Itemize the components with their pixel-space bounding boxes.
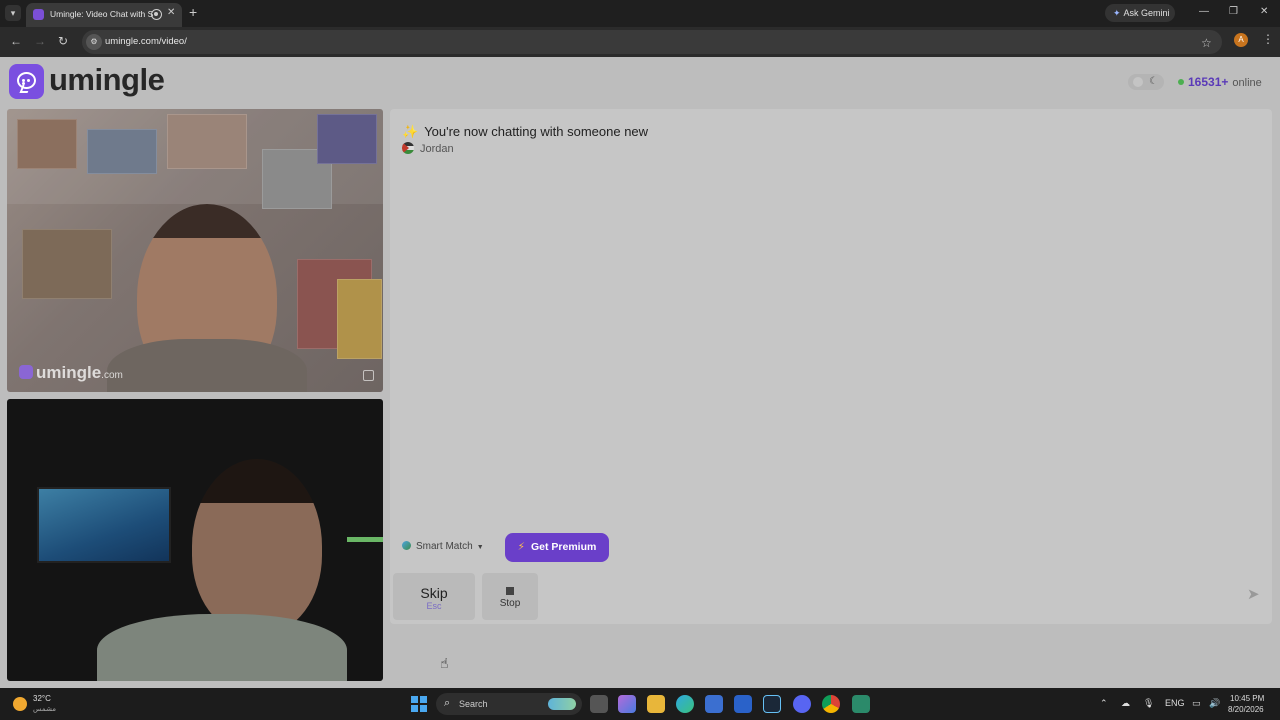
taskbar-search[interactable]: ⌕ Search bbox=[436, 693, 582, 715]
browser-tab[interactable]: Umingle: Video Chat with S ✕ bbox=[26, 3, 182, 27]
restore-icon[interactable]: ❐ bbox=[1229, 6, 1238, 17]
microphone-icon[interactable]: 🎙 bbox=[1143, 698, 1154, 709]
globe-icon bbox=[402, 541, 411, 550]
gemini-spark-icon: ✦ bbox=[1113, 8, 1121, 18]
stop-icon bbox=[506, 587, 514, 595]
site-info-icon[interactable]: ⚙ bbox=[86, 34, 102, 50]
smart-match-dropdown[interactable]: Smart Match ▼ bbox=[402, 541, 484, 552]
tab-search-icon[interactable]: ▾ bbox=[5, 5, 21, 21]
online-dot-icon bbox=[1178, 79, 1184, 85]
edge-icon[interactable] bbox=[676, 695, 694, 713]
weather-sun-icon[interactable] bbox=[13, 697, 27, 711]
new-tab-icon[interactable]: + bbox=[189, 5, 197, 19]
mail-icon[interactable] bbox=[734, 695, 752, 713]
weather-description: مشمس bbox=[33, 706, 56, 713]
reload-icon[interactable]: ↻ bbox=[58, 34, 68, 48]
tab-title: Umingle: Video Chat with S bbox=[50, 9, 154, 19]
ask-gemini-button[interactable]: ✦ Ask Gemini bbox=[1105, 4, 1175, 22]
online-count: 16531+ bbox=[1188, 75, 1229, 89]
display-icon[interactable]: ▭ bbox=[1192, 698, 1201, 709]
app-icon[interactable] bbox=[852, 695, 870, 713]
address-bar[interactable]: ⚙ umingle.com/video/ ☆ bbox=[82, 30, 1222, 54]
logo-text[interactable]: umingle bbox=[49, 62, 165, 98]
taskbar-search-label: Search bbox=[459, 699, 488, 709]
store-icon[interactable] bbox=[705, 695, 723, 713]
moon-icon: ☾ bbox=[1149, 76, 1158, 87]
online-label: online bbox=[1232, 77, 1262, 89]
star-icon[interactable]: ☆ bbox=[1201, 36, 1212, 50]
message-input[interactable] bbox=[546, 573, 1236, 620]
report-flag-icon[interactable] bbox=[363, 370, 374, 381]
umingle-watermark: umingle.com bbox=[19, 363, 123, 383]
network-icon[interactable]: ☁ bbox=[1121, 698, 1130, 709]
language-indicator[interactable]: ENG bbox=[1165, 698, 1185, 708]
task-view-icon[interactable] bbox=[590, 695, 608, 713]
stop-label: Stop bbox=[499, 598, 521, 609]
ask-gemini-label: Ask Gemini bbox=[1123, 8, 1170, 18]
tab-close-icon[interactable]: ✕ bbox=[167, 7, 175, 18]
profile-avatar[interactable]: A bbox=[1234, 33, 1248, 47]
windows-taskbar: 32°C مشمس ⌕ Search ⌃ ☁ 🎙 ENG ▭ 🔊 10:45 P… bbox=[0, 688, 1280, 720]
skip-button[interactable]: Skip Esc bbox=[393, 573, 475, 620]
clock-date[interactable]: 8/20/2026 bbox=[1228, 705, 1264, 714]
stranger-video: umingle.com bbox=[7, 109, 383, 392]
partner-country: Jordan bbox=[402, 142, 454, 155]
background-monitor bbox=[37, 487, 171, 563]
file-explorer-icon[interactable] bbox=[647, 695, 665, 713]
sun-icon bbox=[1133, 77, 1143, 87]
jordan-flag-icon bbox=[402, 142, 414, 154]
chat-panel: ✨ You're now chatting with someone new Jo… bbox=[390, 109, 1272, 583]
tray-chevron-icon[interactable]: ⌃ bbox=[1100, 698, 1108, 709]
caret-down-icon: ▼ bbox=[476, 544, 484, 551]
clock-time[interactable]: 10:45 PM bbox=[1230, 694, 1264, 703]
start-icon[interactable] bbox=[411, 696, 427, 712]
minimize-icon[interactable]: — bbox=[1199, 6, 1209, 17]
stop-button[interactable]: Stop bbox=[482, 573, 538, 620]
forward-icon[interactable]: → bbox=[34, 34, 46, 48]
weather-temperature: 32°C bbox=[33, 694, 51, 703]
umingle-favicon-icon bbox=[33, 9, 44, 20]
search-icon: ⌕ bbox=[444, 697, 451, 709]
skip-shortcut: Esc bbox=[426, 601, 442, 611]
watermark-logo-icon bbox=[19, 365, 33, 379]
bolt-icon: ⚡ bbox=[517, 541, 525, 553]
self-video bbox=[7, 399, 383, 681]
sparkle-icon: ✨ bbox=[402, 124, 419, 139]
hand-cursor-icon: ☝ bbox=[440, 655, 449, 671]
umingle-logo-icon[interactable] bbox=[9, 64, 44, 99]
system-message: ✨ You're now chatting with someone new bbox=[402, 124, 649, 139]
discord-icon[interactable] bbox=[793, 695, 811, 713]
get-premium-button[interactable]: ⚡ Get Premium bbox=[505, 533, 609, 562]
browser-menu-icon[interactable]: ⋮ bbox=[1262, 32, 1274, 46]
theme-toggle[interactable]: ☾ bbox=[1128, 74, 1164, 90]
recording-icon bbox=[151, 9, 162, 20]
chrome-icon[interactable] bbox=[822, 695, 840, 713]
window-close-icon[interactable]: ✕ bbox=[1260, 6, 1268, 17]
send-icon[interactable]: ➤ bbox=[1247, 585, 1260, 603]
browser-tabbar: ▾ Umingle: Video Chat with S ✕ + ✦ Ask Ge… bbox=[0, 0, 1280, 27]
copilot-icon[interactable] bbox=[618, 695, 636, 713]
online-counter: 16531+ online bbox=[1178, 75, 1262, 89]
chat-controls-bar: Skip Esc Stop ➤ bbox=[390, 569, 1272, 624]
browser-toolbar: ← → ↻ ⚙ umingle.com/video/ ☆ A ⋮ bbox=[0, 27, 1280, 57]
skip-label: Skip bbox=[420, 585, 448, 601]
steam-icon[interactable] bbox=[763, 695, 781, 713]
volume-icon[interactable]: 🔊 bbox=[1209, 698, 1220, 709]
url-text: umingle.com/video/ bbox=[105, 36, 187, 47]
back-icon[interactable]: ← bbox=[10, 34, 22, 48]
